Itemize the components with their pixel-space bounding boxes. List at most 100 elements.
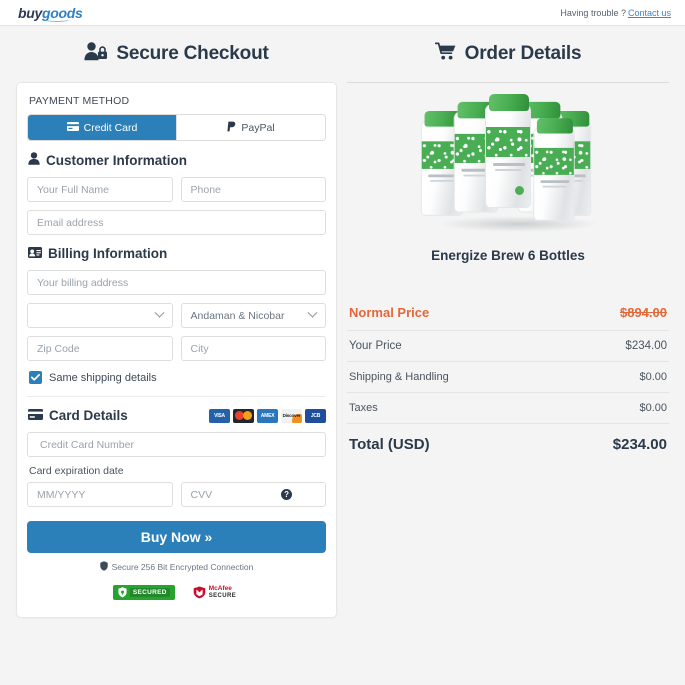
secure-connection-text: Secure 256 Bit Encrypted Connection: [111, 562, 254, 572]
taxes-amount: $0.00: [639, 402, 667, 414]
normal-price-amount: $894.00: [620, 305, 667, 320]
buy-now-button[interactable]: Buy Now »: [27, 521, 327, 553]
billing-information-title: Billing Information: [48, 246, 168, 261]
price-row-total: Total (USD) $234.00: [347, 424, 669, 462]
price-row-taxes: Taxes $0.00: [347, 393, 669, 424]
product-image: [347, 94, 669, 232]
billing-address-row: Your billing address: [27, 270, 327, 295]
expiration-label: Card expiration date: [29, 465, 124, 477]
lock-shield-icon: [118, 587, 127, 598]
payment-method-label: PAYMENT METHOD: [29, 95, 130, 107]
cvv-field[interactable]: CVV ?: [180, 482, 327, 507]
secure-connection-note: Secure 256 Bit Encrypted Connection: [27, 561, 326, 573]
billing-address-input[interactable]: Your billing address: [27, 270, 327, 295]
bottle: [485, 94, 531, 208]
zip-city-row: Zip Code City: [27, 336, 327, 361]
mcafee-secure-badge: McAfee SECURE: [188, 584, 241, 602]
your-price-amount: $234.00: [625, 340, 667, 352]
same-shipping-checkbox[interactable]: [29, 371, 42, 384]
order-details-header: Order Details: [347, 26, 669, 82]
person-lock-icon: [84, 41, 108, 67]
discover-icon: Discover: [281, 408, 303, 423]
jcb-icon: JCB: [305, 408, 327, 423]
bottles-illustration: [413, 94, 603, 232]
card-details-title: Card Details: [49, 408, 128, 423]
credit-card-icon: [66, 121, 79, 134]
tab-paypal[interactable]: PayPal: [176, 115, 326, 140]
paypal-icon: [227, 121, 236, 135]
buygoods-logo[interactable]: buygoods: [18, 4, 83, 22]
page-columns: Secure Checkout PAYMENT METHOD Credit Ca…: [0, 26, 685, 619]
contact-us-link[interactable]: Contact us: [628, 8, 671, 18]
name-phone-row: Your Full Name Phone: [27, 177, 327, 202]
top-bar: buygoods Having trouble ? Contact us: [0, 0, 685, 26]
full-name-input[interactable]: Your Full Name: [27, 177, 173, 202]
card-icon: [28, 408, 43, 423]
card-details-divider: [27, 396, 327, 397]
bottles-shadow: [439, 216, 599, 232]
card-number-row: Credit Card Number: [27, 432, 327, 457]
customer-information-heading: Customer Information: [28, 152, 326, 168]
order-top-divider: [347, 82, 669, 83]
mcafee-shield-icon: [193, 586, 206, 599]
mcafee-badge-line1: McAfee: [208, 585, 232, 592]
trust-badges: SECURED McAfee SECURE: [27, 584, 326, 602]
secure-checkout-title: Secure Checkout: [116, 43, 269, 64]
shield-icon: [99, 561, 108, 573]
cvv-input-placeholder: CVV: [190, 488, 213, 501]
email-row: Email address: [27, 210, 327, 235]
billing-information-heading: Billing Information: [28, 246, 326, 261]
city-input[interactable]: City: [180, 336, 327, 361]
logo-text-buy: buy: [18, 4, 42, 21]
accepted-card-brands: VISA AMEX Discover JCB: [209, 408, 327, 423]
secure-checkout-header: Secure Checkout: [16, 26, 337, 82]
tab-credit-card-label: Credit Card: [83, 121, 138, 134]
country-select[interactable]: [27, 303, 173, 328]
expiration-cvv-row: MM/YYYY CVV ?: [27, 482, 327, 507]
price-row-shipping: Shipping & Handling $0.00: [347, 362, 669, 393]
price-row-your-price: Your Price $234.00: [347, 331, 669, 362]
your-price-label: Your Price: [349, 340, 402, 352]
zip-code-input[interactable]: Zip Code: [27, 336, 173, 361]
total-label: Total (USD): [349, 436, 430, 453]
tab-credit-card[interactable]: Credit Card: [28, 115, 177, 140]
mastercard-icon: [233, 408, 255, 423]
secured-badge-label: SECURED: [129, 588, 170, 598]
price-row-normal: Normal Price $894.00: [347, 296, 669, 331]
state-select[interactable]: Andaman & Nicobar: [180, 303, 327, 328]
state-select-value: Andaman & Nicobar: [190, 309, 285, 322]
normal-price-label: Normal Price: [349, 305, 430, 320]
chevron-down-icon: [307, 307, 318, 318]
email-input[interactable]: Email address: [27, 210, 327, 235]
shipping-label: Shipping & Handling: [349, 371, 449, 383]
bottle: [533, 118, 575, 221]
tab-paypal-label: PayPal: [241, 121, 275, 134]
person-icon: [28, 152, 40, 168]
same-shipping-label: Same shipping details: [49, 371, 157, 384]
checkout-column: Secure Checkout PAYMENT METHOD Credit Ca…: [16, 26, 338, 619]
help-text: Having trouble ?: [560, 7, 626, 18]
taxes-label: Taxes: [349, 402, 378, 414]
card-number-input[interactable]: Credit Card Number: [27, 432, 327, 457]
price-summary: Normal Price $894.00 Your Price $234.00 …: [347, 296, 669, 462]
secured-badge: SECURED: [112, 585, 175, 601]
country-state-row: Andaman & Nicobar: [27, 303, 327, 328]
card-details-heading: Card Details VISA AMEX Discover JCB: [28, 408, 327, 423]
expiration-input[interactable]: MM/YYYY: [27, 482, 173, 507]
phone-input[interactable]: Phone: [180, 177, 327, 202]
order-details-title: Order Details: [464, 43, 582, 64]
chevron-down-icon: [154, 307, 164, 318]
shopping-cart-icon: [434, 42, 457, 67]
amex-icon: AMEX: [257, 408, 279, 423]
customer-information-title: Customer Information: [46, 152, 188, 168]
logo-swoosh: [44, 17, 70, 22]
product-name: Energize Brew 6 Bottles: [431, 248, 585, 263]
payment-form-card: PAYMENT METHOD Credit Card PayPal Custom…: [16, 82, 338, 619]
cvv-help-icon[interactable]: ?: [281, 489, 293, 500]
total-amount: $234.00: [612, 436, 667, 453]
shipping-amount: $0.00: [639, 371, 667, 383]
same-shipping-row[interactable]: Same shipping details: [29, 371, 326, 384]
mcafee-badge-line2: SECURE: [208, 592, 237, 599]
help-area: Having trouble ? Contact us: [560, 8, 671, 18]
order-column: Order Details Energize Brew 6 Bottles No…: [347, 26, 669, 618]
